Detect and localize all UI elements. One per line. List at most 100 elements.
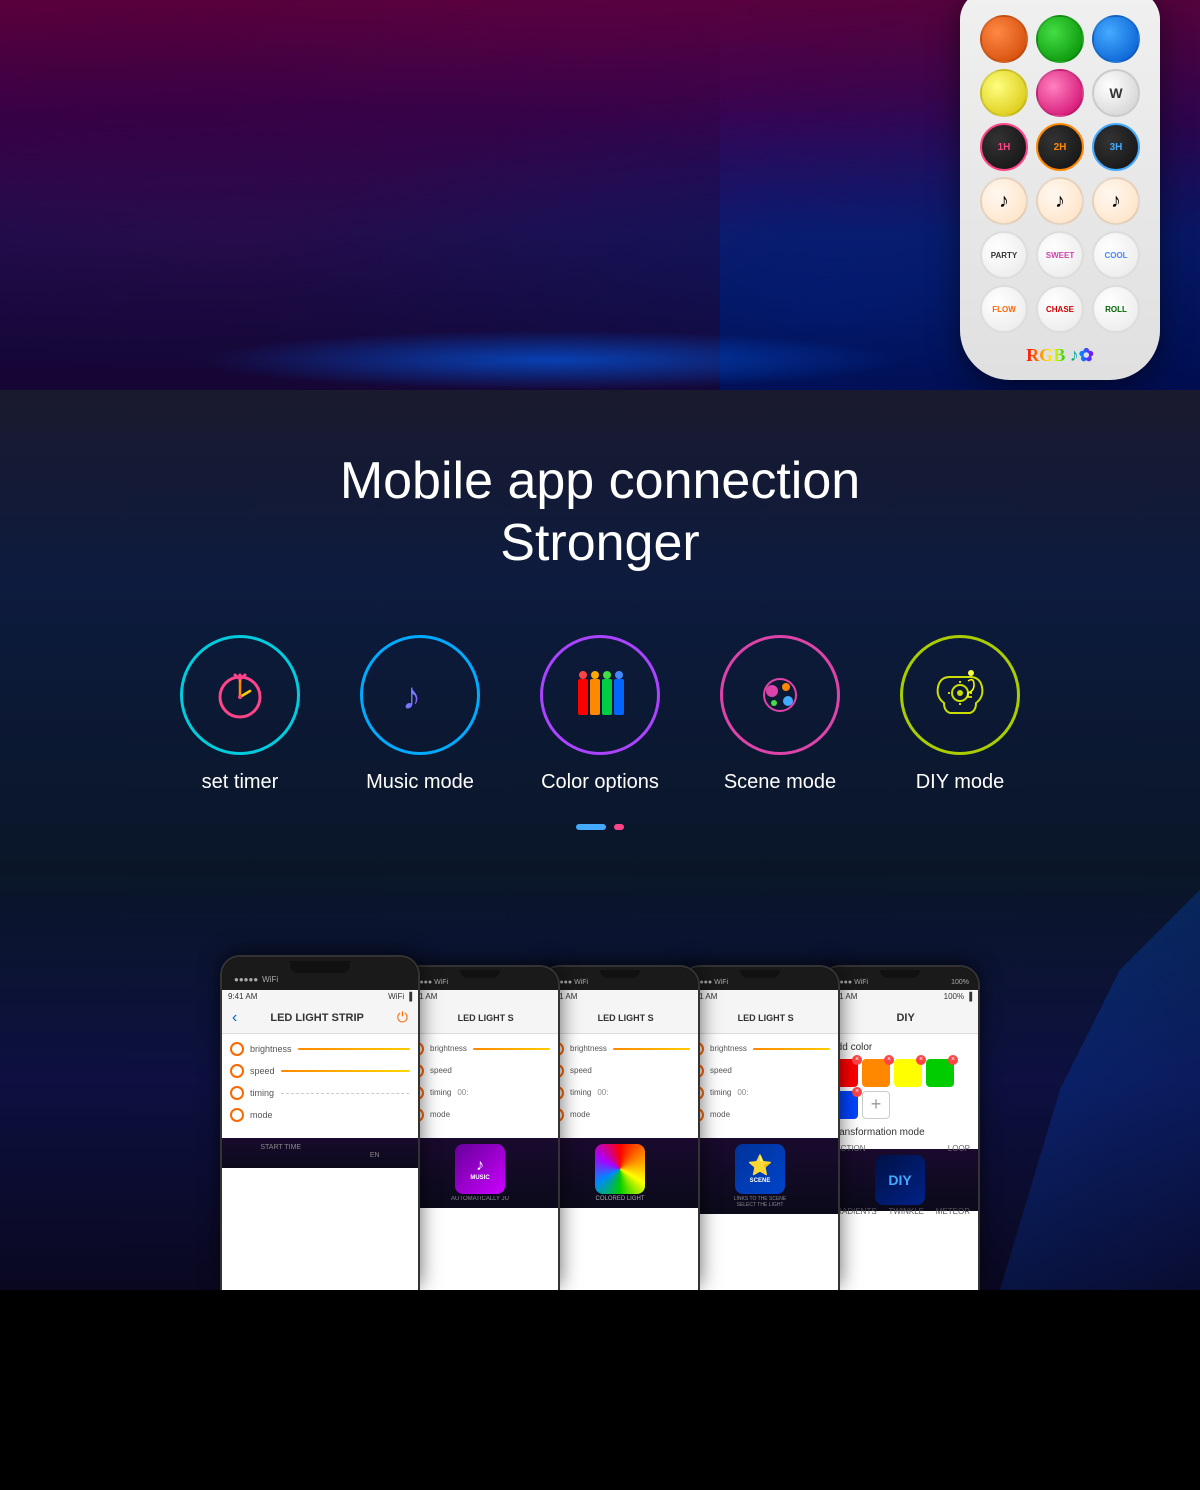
phone-title-2: LED LIGHT S xyxy=(423,1013,548,1023)
music-icon-circle[interactable]: ♪ xyxy=(360,635,480,755)
timer-icon-circle[interactable] xyxy=(180,635,300,755)
pagination-dots xyxy=(40,824,1160,830)
time-main: 9:41 AM xyxy=(228,992,257,1001)
timing-circle xyxy=(230,1086,244,1100)
phone-notch-4 xyxy=(740,970,780,978)
remote-btn-roll[interactable]: ROLL xyxy=(1092,285,1140,333)
s-label-2: speed xyxy=(430,1066,452,1075)
app-section: Mobile app connection Stronger set timer xyxy=(0,390,1200,870)
color-icon-circle[interactable] xyxy=(540,635,660,755)
scene-icon-circle[interactable] xyxy=(720,635,840,755)
remote-body: W 1H 2H 3H xyxy=(960,0,1160,380)
swatch-add-button[interactable]: + xyxy=(862,1091,890,1119)
phone-content-4: brightness speed timing 00: mode xyxy=(682,1034,838,1138)
swatch-yellow-remove[interactable]: × xyxy=(916,1055,926,1065)
hero-section: W 1H 2H 3H xyxy=(0,0,1200,390)
speed-slider[interactable] xyxy=(281,1070,410,1072)
diy-icon-circle[interactable] xyxy=(900,635,1020,755)
diy-icon-box[interactable]: DIY xyxy=(875,1155,925,1205)
phones-section: ●●●●●WiFi 9:41 AM WiFi ▐ ‹ LED LIGHT STR… xyxy=(0,870,1200,1290)
phone-bottom-4: ⭐ SCENE LINKS TO THE SCENE SELECT THE LI… xyxy=(682,1138,838,1214)
remote-btn-music-3[interactable]: ♪ xyxy=(1092,177,1140,225)
phone-content-main: brightness speed timing xyxy=(222,1034,418,1138)
color-icon-box[interactable] xyxy=(595,1144,645,1194)
mode-circle xyxy=(230,1108,244,1122)
brightness-slider[interactable] xyxy=(298,1048,410,1050)
add-color-label: Add color xyxy=(830,1042,970,1053)
phone-title-4: LED LIGHT S xyxy=(703,1013,828,1023)
app-title: Mobile app connection Stronger xyxy=(40,450,1160,575)
remote-buttons: W 1H 2H 3H xyxy=(970,5,1150,366)
remote-btn-yellow[interactable] xyxy=(980,69,1028,117)
control-timing: timing xyxy=(230,1086,410,1100)
feature-diy: DIY mode xyxy=(900,635,1020,794)
music-icon-box[interactable]: ♪ MUSIC xyxy=(455,1144,505,1194)
btn-3h-label: 3H xyxy=(1110,142,1123,153)
m-label-2: mode xyxy=(430,1110,450,1119)
remote-row-modes2: FLOW CHASE ROLL xyxy=(980,285,1140,333)
remote-btn-sweet[interactable]: SWEET xyxy=(1036,231,1084,279)
swatch-red-remove[interactable]: × xyxy=(852,1055,862,1065)
scene-box-label: SCENE xyxy=(750,1178,771,1184)
bottom-en: EN xyxy=(370,1144,380,1162)
remote-btn-orange[interactable] xyxy=(980,15,1028,63)
phone-screen-main: 9:41 AM WiFi ▐ ‹ LED LIGHT STRIP ⏻ brigh… xyxy=(222,990,418,1290)
b-slider-4[interactable] xyxy=(753,1048,830,1050)
remote-btn-3h[interactable]: 3H xyxy=(1092,123,1140,171)
ctrl-t3: timing 00: xyxy=(550,1086,690,1100)
twinkle-label: TWINKLE xyxy=(888,1207,924,1216)
scene-icon-box[interactable]: ⭐ SCENE xyxy=(735,1144,785,1194)
remote-row-music: ♪ ♪ ♪ xyxy=(980,177,1140,225)
phone-header-4: ‹ LED LIGHT S xyxy=(682,1003,838,1034)
cool-label: COOL xyxy=(1104,251,1127,260)
status-bar-main: 9:41 AM WiFi ▐ xyxy=(222,990,418,1003)
back-btn-main[interactable]: ‹ xyxy=(232,1009,237,1027)
remote-btn-1h[interactable]: 1H xyxy=(980,123,1028,171)
music-box-label: MUSIC xyxy=(470,1175,489,1181)
remote-btn-music-1[interactable]: ♪ xyxy=(980,177,1028,225)
diy-menu-item: DIY xyxy=(875,1155,925,1205)
phone-content-3: brightness speed timing 00: mode xyxy=(542,1034,698,1138)
swatch-orange[interactable]: × xyxy=(862,1059,890,1087)
remote-btn-green[interactable] xyxy=(1036,15,1084,63)
phone-header-3: ‹ LED LIGHT S xyxy=(542,1003,698,1034)
bottom-start-time: START TIME xyxy=(260,1144,301,1162)
blue-wave-decoration xyxy=(1000,890,1200,1290)
remote-btn-music-2[interactable]: ♪ xyxy=(1036,177,1084,225)
swatch-yellow[interactable]: × xyxy=(894,1059,922,1087)
remote-control: W 1H 2H 3H xyxy=(940,0,1180,390)
swatch-green[interactable]: × xyxy=(926,1059,954,1087)
swatch-blue-remove[interactable]: × xyxy=(852,1087,862,1097)
remote-btn-white[interactable]: W xyxy=(1092,69,1140,117)
phone-bottom-main: START TIME EN xyxy=(222,1138,418,1168)
phone-screen-4: 9:41 AM ‹ LED LIGHT S brightness speed xyxy=(682,990,838,1290)
ctrl-m3: mode xyxy=(550,1108,690,1122)
remote-row-ypw: W xyxy=(980,69,1140,117)
dot-2[interactable] xyxy=(614,824,624,830)
ctrl-b2: brightness xyxy=(410,1042,550,1056)
remote-btn-chase[interactable]: CHASE xyxy=(1036,285,1084,333)
ctrl-s4: speed xyxy=(690,1064,830,1078)
remote-btn-party[interactable]: PARTY xyxy=(980,231,1028,279)
scene-sub: LINKS TO THE SCENE SELECT THE LIGHT xyxy=(730,1196,790,1208)
b-slider-2[interactable] xyxy=(473,1048,550,1050)
brightness-circle xyxy=(230,1042,244,1056)
status-bar-5: 9:41 AM 100% ▐ xyxy=(822,990,978,1003)
diy-content: Add color × × × × xyxy=(822,1034,978,1224)
ctrl-m4: mode xyxy=(690,1108,830,1122)
status-bar-4: 9:41 AM xyxy=(682,990,838,1003)
power-btn-main[interactable]: ⏻ xyxy=(397,1009,408,1026)
remote-btn-flow[interactable]: FLOW xyxy=(980,285,1028,333)
remote-btn-pink[interactable] xyxy=(1036,69,1084,117)
ctrl-m2: mode xyxy=(410,1108,550,1122)
btn-2h-label: 2H xyxy=(1054,142,1067,153)
timing-value[interactable] xyxy=(280,1092,410,1094)
swatch-orange-remove[interactable]: × xyxy=(884,1055,894,1065)
remote-btn-cyan[interactable] xyxy=(1092,15,1140,63)
b-slider-3[interactable] xyxy=(613,1048,690,1050)
remote-btn-2h[interactable]: 2H xyxy=(1036,123,1084,171)
swatch-green-remove[interactable]: × xyxy=(948,1055,958,1065)
remote-btn-cool[interactable]: COOL xyxy=(1092,231,1140,279)
dot-1[interactable] xyxy=(576,824,606,830)
w-label: W xyxy=(1109,85,1122,101)
